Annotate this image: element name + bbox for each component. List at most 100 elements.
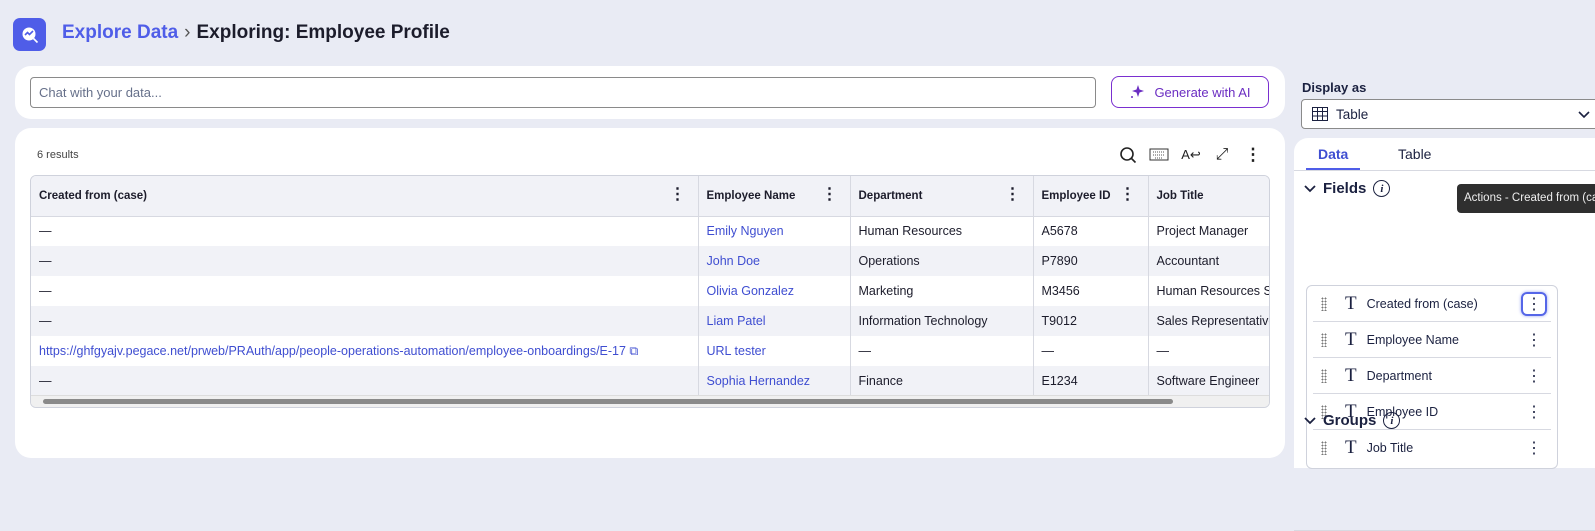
chat-input[interactable] <box>30 77 1096 108</box>
column-actions-icon[interactable]: ⋮ <box>1005 187 1021 203</box>
table-cell: T9012 <box>1033 306 1149 336</box>
table-cell: — <box>31 366 699 396</box>
generate-with-ai-label: Generate with AI <box>1154 84 1251 100</box>
field-actions-icon[interactable]: ⋮ <box>1521 436 1547 460</box>
table-cell: URL tester <box>698 336 851 366</box>
generate-with-ai-button[interactable]: Generate with AI <box>1111 76 1269 108</box>
info-icon[interactable]: i <box>1373 180 1391 197</box>
groups-section-header[interactable]: Groups i <box>1304 412 1401 429</box>
table-cell: — <box>1148 336 1269 366</box>
field-item[interactable]: T Created from (case) ⋮ <box>1313 286 1551 322</box>
field-item[interactable]: T Employee Name ⋮ <box>1313 322 1551 358</box>
case-link[interactable]: https://ghfgyajv.pegace.net/prweb/PRAuth… <box>39 344 626 358</box>
display-as-value: Table <box>1336 106 1369 122</box>
fields-title: Fields <box>1323 180 1367 197</box>
sidebar: Display as Table Data Table Fields i T Cr… <box>1293 66 1595 531</box>
employee-name-link[interactable]: John Doe <box>707 254 761 268</box>
table-row: — Liam Patel Information Technology T9012 Sa… <box>31 306 1269 336</box>
field-actions-icon[interactable]: ⋮ <box>1521 292 1547 316</box>
column-label: Employee ID <box>1041 189 1111 202</box>
column-label: Job Title <box>1156 189 1204 202</box>
field-label: Created from (case) <box>1366 296 1478 311</box>
field-actions-icon[interactable]: ⋮ <box>1521 400 1547 424</box>
sparkle-icon <box>1131 85 1145 98</box>
table-cell: Olivia Gonzalez <box>698 276 851 306</box>
table-cell: — <box>31 306 699 336</box>
field-label: Job Title <box>1366 441 1414 455</box>
groups-title: Groups <box>1323 412 1377 429</box>
more-options-icon[interactable]: ⋮ <box>1243 145 1263 165</box>
external-link-icon[interactable]: ⧉ <box>626 344 638 358</box>
table-cell: Information Technology <box>850 306 1034 336</box>
column-header[interactable]: Created from (case) ⋮ <box>31 176 699 217</box>
results-count: 6 results <box>37 149 79 161</box>
drag-handle-icon[interactable] <box>1321 296 1327 311</box>
column-header[interactable]: Department ⋮ <box>850 176 1034 217</box>
table-icon <box>1312 107 1328 121</box>
table-cell: Project Manager <box>1148 216 1269 246</box>
chat-panel: Generate with AI <box>15 66 1285 119</box>
table-cell: — <box>31 246 699 276</box>
table-cell: Marketing <box>850 276 1034 306</box>
table-cell: P7890 <box>1033 246 1149 276</box>
field-label: Department <box>1366 368 1432 383</box>
field-actions-icon[interactable]: ⋮ <box>1521 328 1547 352</box>
field-item[interactable]: T Department ⋮ <box>1313 358 1551 394</box>
table-cell: — <box>31 216 699 246</box>
column-header[interactable]: Employee Name ⋮ <box>698 176 851 217</box>
table-cell: Human Resources Specialist <box>1148 276 1269 306</box>
employee-name-link[interactable]: Sophia Hernandez <box>707 374 811 388</box>
info-icon[interactable]: i <box>1383 412 1401 429</box>
column-actions-icon[interactable]: ⋮ <box>822 187 838 203</box>
column-header[interactable]: Job Title <box>1148 176 1269 217</box>
breadcrumb-explore-data-link[interactable]: Explore Data <box>62 22 178 44</box>
employee-name-link[interactable]: Liam Patel <box>707 314 766 328</box>
scrollbar-thumb[interactable] <box>43 399 1173 404</box>
table-cell: — <box>1033 336 1149 366</box>
drag-handle-icon[interactable] <box>1321 441 1327 455</box>
drag-handle-icon[interactable] <box>1321 332 1327 347</box>
column-label: Employee Name <box>706 189 796 202</box>
column-actions-icon[interactable]: ⋮ <box>1120 187 1136 203</box>
display-as-label: Display as <box>1302 80 1367 95</box>
employee-name-link[interactable]: Emily Nguyen <box>707 224 784 238</box>
field-item[interactable]: T Job Title ⋮ <box>1313 430 1551 466</box>
table-row: — Olivia Gonzalez Marketing M3456 Human Reso… <box>31 276 1269 306</box>
results-panel: 6 results A↩ ⤢ ⋮ Created from (case) ⋮ Em… <box>15 128 1285 458</box>
search-icon[interactable] <box>1118 145 1138 165</box>
table-cell: Accountant <box>1148 246 1269 276</box>
display-as-select[interactable]: Table <box>1301 99 1595 129</box>
table-cell: Sophia Hernandez <box>698 366 851 396</box>
table-cell: Liam Patel <box>698 306 851 336</box>
page-title: Exploring: Employee Profile <box>196 22 450 43</box>
horizontal-scrollbar[interactable] <box>31 395 1269 407</box>
column-header[interactable]: Employee ID ⋮ <box>1033 176 1149 217</box>
column-label: Department <box>858 189 923 202</box>
drag-handle-icon[interactable] <box>1321 368 1327 383</box>
fields-section-header[interactable]: Fields i <box>1304 180 1391 197</box>
table-cell: https://ghfgyajv.pegace.net/prweb/PRAuth… <box>31 336 699 366</box>
column-actions-icon[interactable]: ⋮ <box>670 187 686 203</box>
table-row: — Emily Nguyen Human Resources A5678 Project… <box>31 216 1269 246</box>
results-table: Created from (case) ⋮ Employee Name ⋮ Depa… <box>30 175 1270 408</box>
text-wrap-icon[interactable]: A↩ <box>1181 145 1201 165</box>
field-actions-icon[interactable]: ⋮ <box>1521 364 1547 388</box>
table-cell: — <box>850 336 1034 366</box>
employee-name-link[interactable]: Olivia Gonzalez <box>707 284 795 298</box>
tab-data[interactable]: Data <box>1306 146 1361 171</box>
table-row: — John Doe Operations P7890 Accountant <box>31 246 1269 276</box>
table-cell: Software Engineer <box>1148 366 1269 396</box>
chevron-down-icon <box>1304 412 1316 429</box>
table-cell: E1234 <box>1033 366 1149 396</box>
keyboard-icon[interactable] <box>1149 145 1169 165</box>
chevron-right-icon: › <box>184 22 191 43</box>
employee-name-link[interactable]: URL tester <box>707 344 766 358</box>
table-cell: Finance <box>850 366 1034 396</box>
field-label: Employee Name <box>1366 332 1460 347</box>
chevron-down-icon <box>1304 180 1316 197</box>
table-cell: Human Resources <box>850 216 1034 246</box>
expand-icon[interactable]: ⤢ <box>1212 145 1232 165</box>
chevron-down-icon <box>1578 107 1590 122</box>
text-type-icon: T <box>1345 437 1357 458</box>
tab-table[interactable]: Table <box>1386 146 1443 168</box>
